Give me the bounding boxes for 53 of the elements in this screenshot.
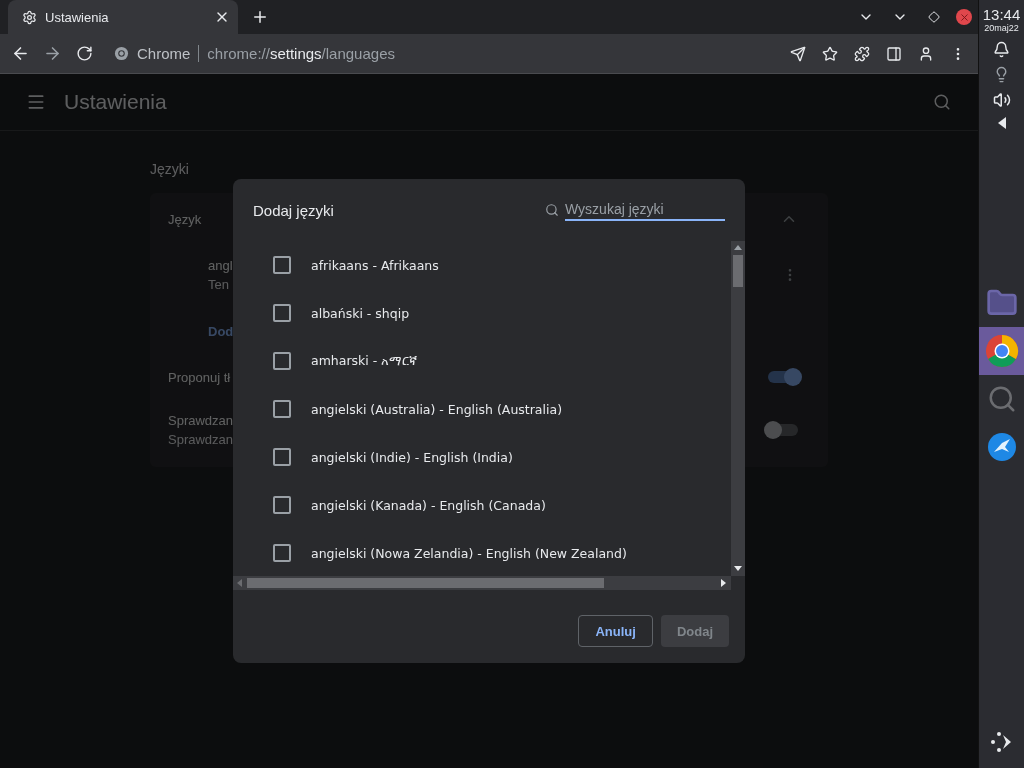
page-title: Ustawienia	[64, 90, 168, 114]
language-option: angielski (Nowa Zelandia) - English (New Zealand)	[311, 545, 627, 561]
row-label: Proponuj tł	[168, 369, 231, 385]
search-field[interactable]: Wyszukaj języki	[565, 199, 725, 221]
horizontal-scrollbar[interactable]	[233, 576, 731, 590]
dialog-title: Dodaj języki	[253, 201, 335, 219]
send-icon[interactable]	[790, 45, 806, 62]
checkbox[interactable]	[273, 400, 291, 418]
language-option: albański - shqip	[311, 305, 410, 321]
tab-title: Ustawienia	[45, 9, 110, 25]
close-button[interactable]	[956, 9, 972, 25]
circle-logo-icon	[114, 46, 129, 61]
gear-icon	[22, 9, 37, 25]
clock-time: 13:44	[982, 6, 1021, 23]
checkbox[interactable]	[273, 448, 291, 466]
address-url[interactable]: chrome://settings/languages	[207, 45, 395, 62]
bell-icon[interactable]	[993, 41, 1010, 58]
star-icon[interactable]	[822, 45, 838, 62]
checkbox[interactable]	[273, 544, 291, 562]
reload-icon[interactable]	[75, 45, 93, 62]
puzzle-icon[interactable]	[854, 45, 870, 62]
browser-tab[interactable]: Ustawienia	[8, 0, 238, 34]
language-option: afrikaans - Afrikaans	[311, 257, 439, 273]
clock-date: 20maj22	[984, 23, 1019, 33]
speaker-icon[interactable]	[992, 91, 1011, 109]
vertical-scrollbar[interactable]	[731, 241, 745, 576]
site-label: Chrome	[137, 45, 200, 62]
row-description: Sprawdzan	[168, 432, 234, 447]
language-option: angielski (Kanada) - English (Canada)	[311, 497, 546, 513]
circle-logo-icon	[984, 334, 1019, 368]
search-icon	[545, 203, 559, 217]
checkbox[interactable]	[273, 304, 291, 322]
language-name: angl	[208, 258, 233, 273]
diamond-icon[interactable]	[928, 11, 940, 23]
checkbox[interactable]	[273, 496, 291, 514]
menu-icon[interactable]	[26, 92, 46, 112]
language-option: amharski - አማርኛ	[311, 353, 418, 369]
side-panel-icon[interactable]	[886, 45, 902, 62]
close-icon	[958, 11, 970, 23]
language-option: angielski (Australia) - English (Australia)	[311, 401, 562, 417]
profile-icon[interactable]	[918, 45, 934, 62]
row-label: Język	[168, 211, 202, 227]
language-option: angielski (Indie) - English (India)	[311, 449, 513, 465]
row-label: Sprawdzan	[168, 413, 234, 428]
cancel-button[interactable]: Anuluj	[578, 615, 653, 647]
checkbox[interactable]	[273, 352, 291, 370]
search-icon[interactable]	[933, 93, 951, 111]
bird-icon	[986, 432, 1017, 462]
checkbox[interactable]	[273, 256, 291, 274]
new-tab-icon[interactable]	[251, 8, 269, 26]
section-title: Języki	[150, 161, 190, 177]
triangle-left-icon[interactable]	[997, 117, 1006, 129]
language-note: Ten	[208, 277, 229, 292]
